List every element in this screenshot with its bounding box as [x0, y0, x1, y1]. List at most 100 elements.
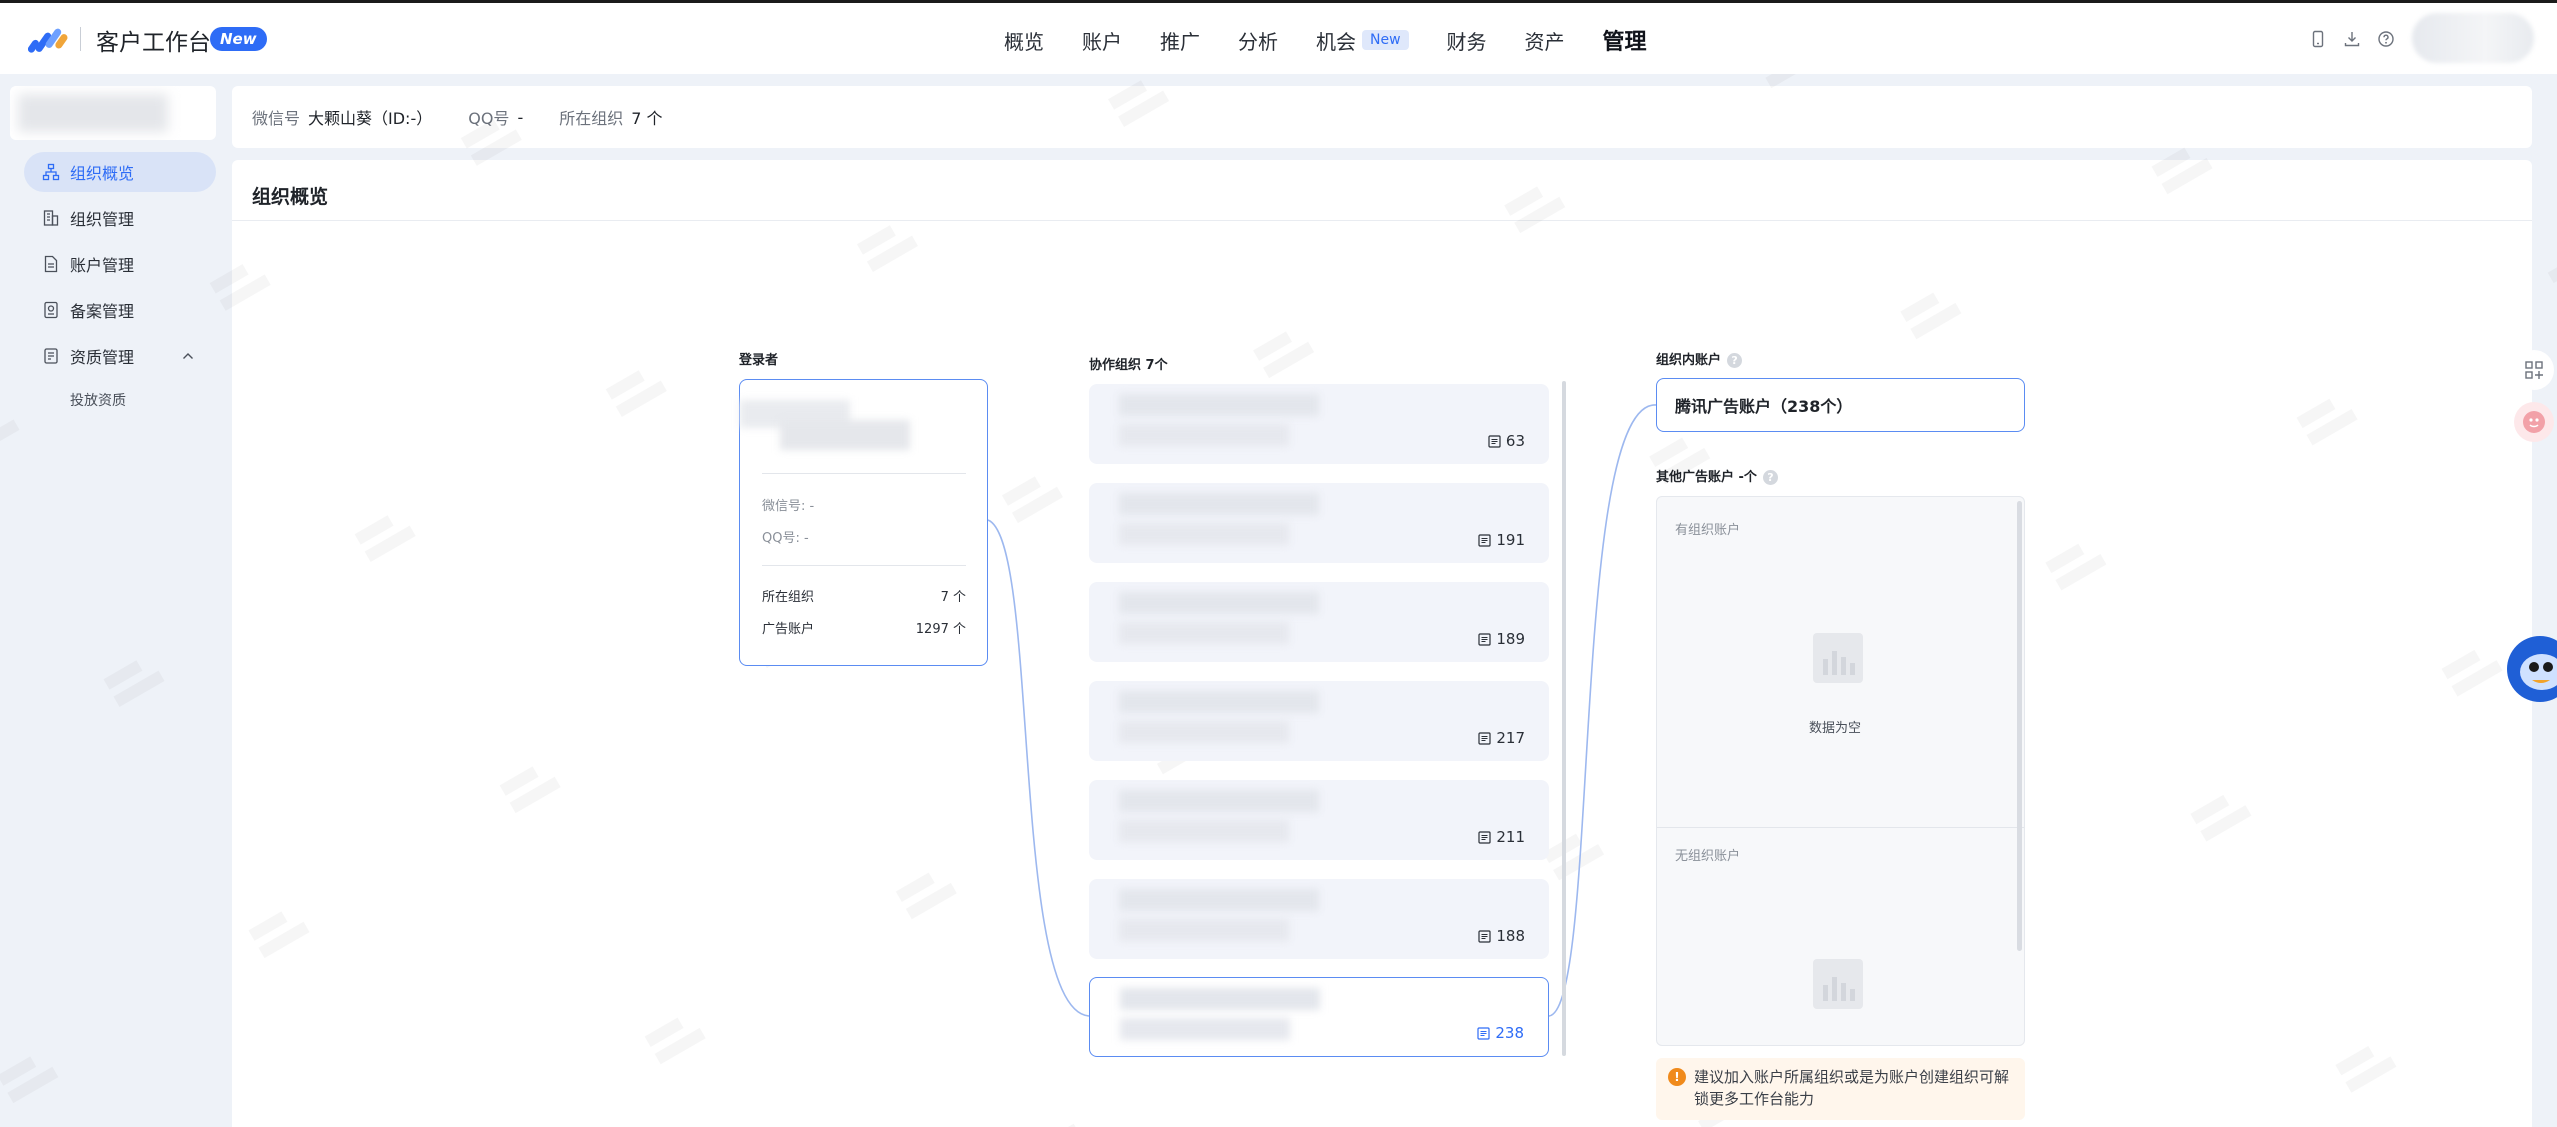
warning-icon: !: [1668, 1068, 1686, 1086]
org-account-count: 63: [1488, 432, 1525, 450]
account-doc-icon: [1478, 731, 1491, 745]
org-name-redacted: [1119, 493, 1319, 515]
org-account-count: 217: [1478, 729, 1525, 747]
sidebar: 组织概览 组织管理 账户管理 备案管理 资质管理 投放资质: [0, 74, 228, 1127]
collab-org-card-selected[interactable]: 238: [1089, 977, 1549, 1057]
org-sub-redacted: [1119, 424, 1289, 446]
org-value: 7 个: [631, 109, 663, 128]
chevron-up-icon[interactable]: [180, 348, 196, 364]
login-user-card[interactable]: 微信号: - QQ号: - 所在组织 7 个 广告账户 1297 个: [739, 379, 988, 666]
nav-item-analysis[interactable]: 分析: [1238, 26, 1278, 55]
org-count-value: 217: [1496, 729, 1525, 747]
login-card-divider: [762, 473, 966, 474]
app-grid-icon[interactable]: [2514, 350, 2554, 390]
nav-new-badge: New: [1362, 30, 1409, 50]
other-accounts-label: 其他广告账户 -个?: [1656, 466, 1778, 485]
sidebar-item-org-manage[interactable]: 组织管理: [24, 198, 216, 238]
nav-item-opportunity[interactable]: 机会 New: [1316, 26, 1409, 55]
penguin-mascot-icon[interactable]: [2504, 634, 2557, 704]
sidebar-item-label: 备案管理: [70, 302, 135, 321]
sidebar-item-account-manage[interactable]: 账户管理: [24, 244, 216, 284]
brand-title[interactable]: 客户工作台: [96, 23, 211, 57]
nav-item-finance[interactable]: 财务: [1447, 26, 1487, 55]
nav-item-manage[interactable]: 管理: [1603, 24, 1647, 56]
panel-divider: [232, 220, 2532, 221]
main-nav: 概览 账户 推广 分析 机会 New 财务 资产 管理: [1004, 3, 1685, 77]
login-wechat: 微信号: -: [762, 499, 815, 514]
org-sub-redacted: [1119, 919, 1289, 941]
wechat-value: 大颗山葵（ID:-）: [308, 109, 433, 128]
org-sub-redacted: [1119, 523, 1289, 545]
org-account-count: 238: [1477, 1024, 1524, 1042]
sidebar-item-org-overview[interactable]: 组织概览: [24, 152, 216, 192]
without-org-label: 无组织账户: [1675, 849, 1741, 864]
sidebar-subitem-ad-qualification[interactable]: 投放资质: [70, 390, 126, 410]
login-org-row: 所在组织 7 个: [762, 586, 966, 605]
account-doc-icon: [1488, 434, 1501, 448]
nav-item-promotion[interactable]: 推广: [1160, 26, 1200, 55]
account-doc-icon: [1478, 830, 1491, 844]
join-org-tip: ! 建议加入账户所属组织或是为账户创建组织可解锁更多工作台能力: [1656, 1058, 2025, 1120]
top-icons: [2308, 29, 2410, 49]
nav-item-account[interactable]: 账户: [1082, 26, 1122, 55]
mobile-icon[interactable]: [2308, 29, 2328, 49]
collab-org-card[interactable]: 63: [1089, 384, 1549, 464]
org-count-value: 191: [1496, 531, 1525, 549]
org-count-value: 211: [1496, 828, 1525, 846]
org-sub-redacted: [1120, 1018, 1290, 1040]
filing-icon: [44, 301, 58, 319]
org-account-count: 189: [1478, 630, 1525, 648]
org-name-redacted: [1119, 889, 1319, 911]
wechat-label: 微信号: [252, 109, 301, 128]
question-icon[interactable]: ?: [1762, 470, 1778, 485]
org-name-redacted: [1119, 592, 1319, 614]
collab-org-card[interactable]: 191: [1089, 483, 1549, 563]
org-name-redacted: [1119, 394, 1319, 416]
org-list-scrollbar[interactable]: [1562, 381, 1566, 1056]
question-icon[interactable]: ?: [1727, 353, 1743, 368]
org-tree-icon: [42, 163, 60, 181]
tencent-ad-accounts[interactable]: 腾讯广告账户（238个）: [1656, 378, 2025, 432]
nav-label: 概览: [1004, 29, 1044, 54]
org-count-value: 188: [1496, 927, 1525, 945]
other-box-scrollbar[interactable]: [2017, 501, 2022, 951]
collab-section-label: 协作组织 7个: [1089, 358, 1168, 373]
account-doc-icon: [1478, 929, 1491, 943]
login-org-value: 7 个: [940, 590, 966, 605]
help-icon[interactable]: [2376, 29, 2396, 49]
org-switcher-redacted: [18, 94, 168, 132]
accounts-label-text: 组织内账户: [1656, 353, 1722, 368]
login-qq: QQ号: -: [762, 531, 809, 546]
sidebar-item-label: 账户管理: [70, 256, 135, 275]
empty-chart-icon: [1813, 959, 1863, 1009]
download-icon[interactable]: [2342, 29, 2362, 49]
org-count-value: 238: [1495, 1024, 1524, 1042]
org-label: 所在组织: [559, 109, 624, 128]
collab-org-card[interactable]: 211: [1089, 780, 1549, 860]
login-ad-label: 广告账户: [762, 622, 815, 637]
other-box-divider: [1657, 827, 2024, 828]
nav-label: 资产: [1524, 29, 1565, 54]
nav-item-assets[interactable]: 资产: [1525, 26, 1565, 55]
sidebar-item-label: 组织管理: [70, 210, 135, 229]
with-org-label: 有组织账户: [1675, 523, 1741, 538]
nav-label: 管理: [1602, 30, 1647, 55]
collab-org-card[interactable]: 189: [1089, 582, 1549, 662]
top-bar: 客户工作台 New 概览 账户 推广 分析 机会 New 财务 资产 管理: [0, 0, 2557, 74]
org-count-value: 189: [1496, 630, 1525, 648]
collab-org-card[interactable]: 188: [1089, 879, 1549, 959]
building-icon: [43, 210, 59, 226]
sidebar-item-qualification-manage[interactable]: 资质管理: [24, 336, 216, 376]
assistant-avatar-icon[interactable]: [2514, 402, 2554, 442]
nav-item-overview[interactable]: 概览: [1004, 26, 1044, 55]
sidebar-item-filing-manage[interactable]: 备案管理: [24, 290, 216, 330]
user-avatar[interactable]: [2412, 13, 2534, 63]
nav-label: 机会: [1316, 29, 1356, 54]
brand-logo-icon[interactable]: [28, 23, 70, 55]
org-name-redacted: [1119, 691, 1319, 713]
collab-org-card[interactable]: 217: [1089, 681, 1549, 761]
login-card-divider: [762, 565, 966, 566]
nav-label: 账户: [1082, 29, 1122, 54]
org-sub-redacted: [1119, 622, 1289, 644]
org-switcher[interactable]: [10, 86, 216, 140]
